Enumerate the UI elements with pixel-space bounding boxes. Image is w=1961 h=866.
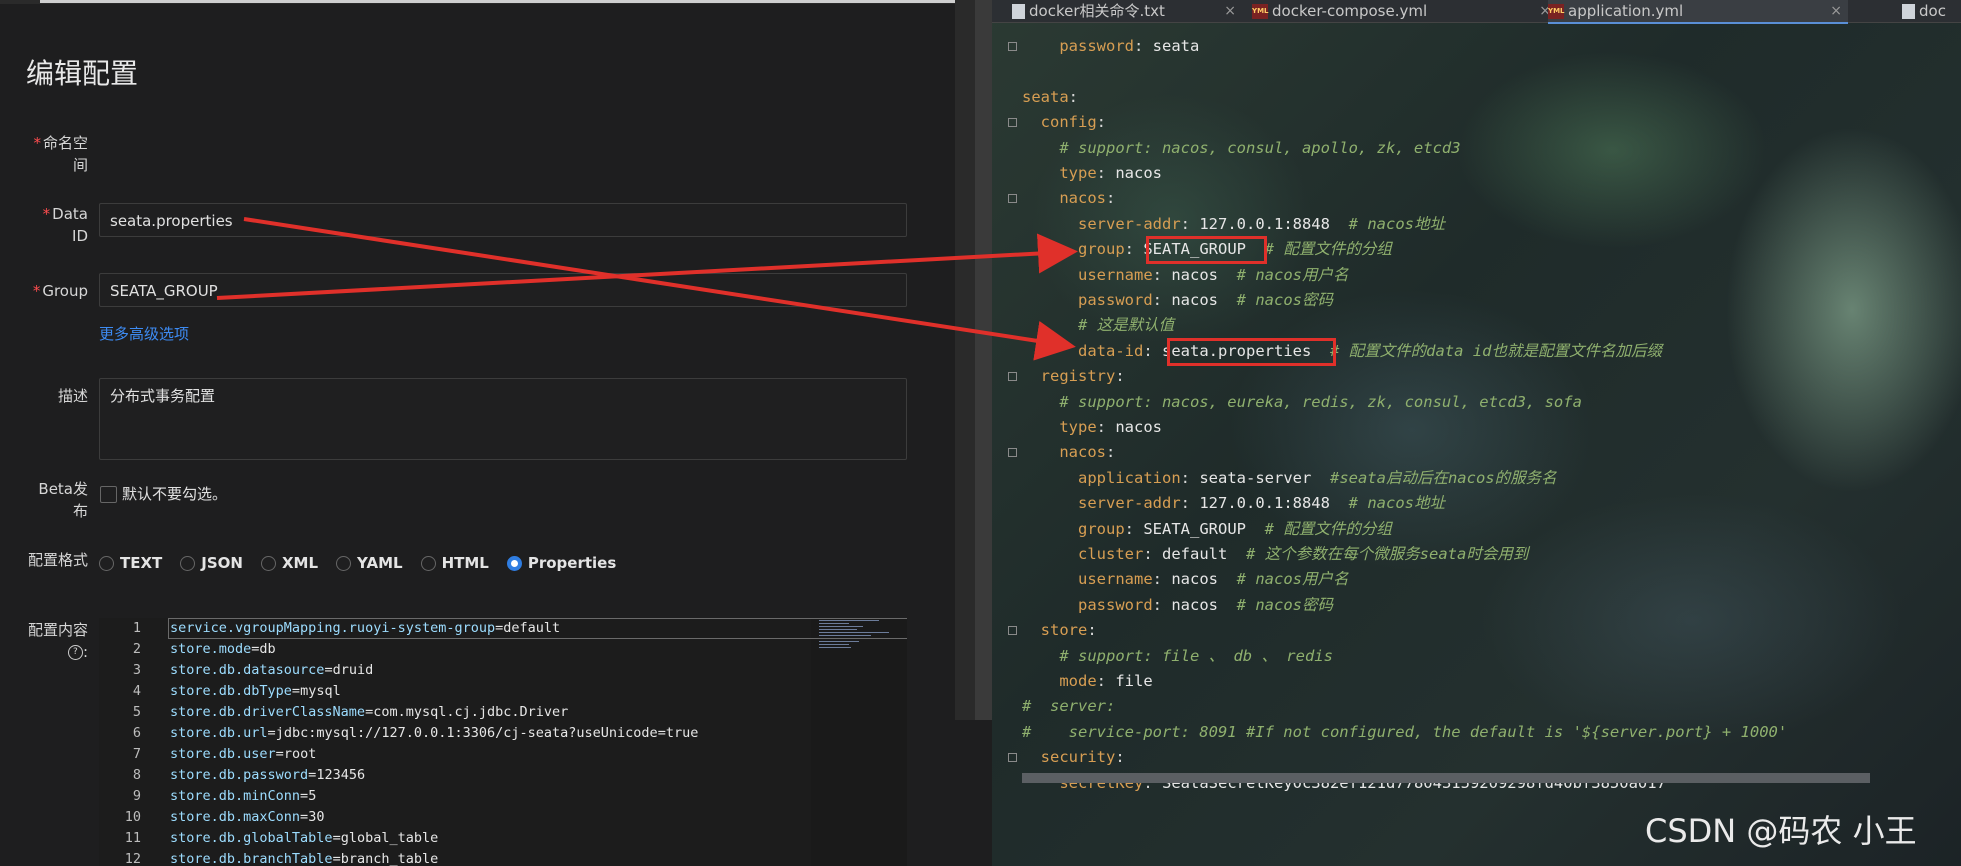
dataid-arrow (243, 217, 1076, 361)
group-arrow (216, 233, 1078, 300)
csdn-watermark: CSDN @码农 小王 (1645, 812, 1917, 850)
annotation-arrows (216, 217, 1078, 361)
